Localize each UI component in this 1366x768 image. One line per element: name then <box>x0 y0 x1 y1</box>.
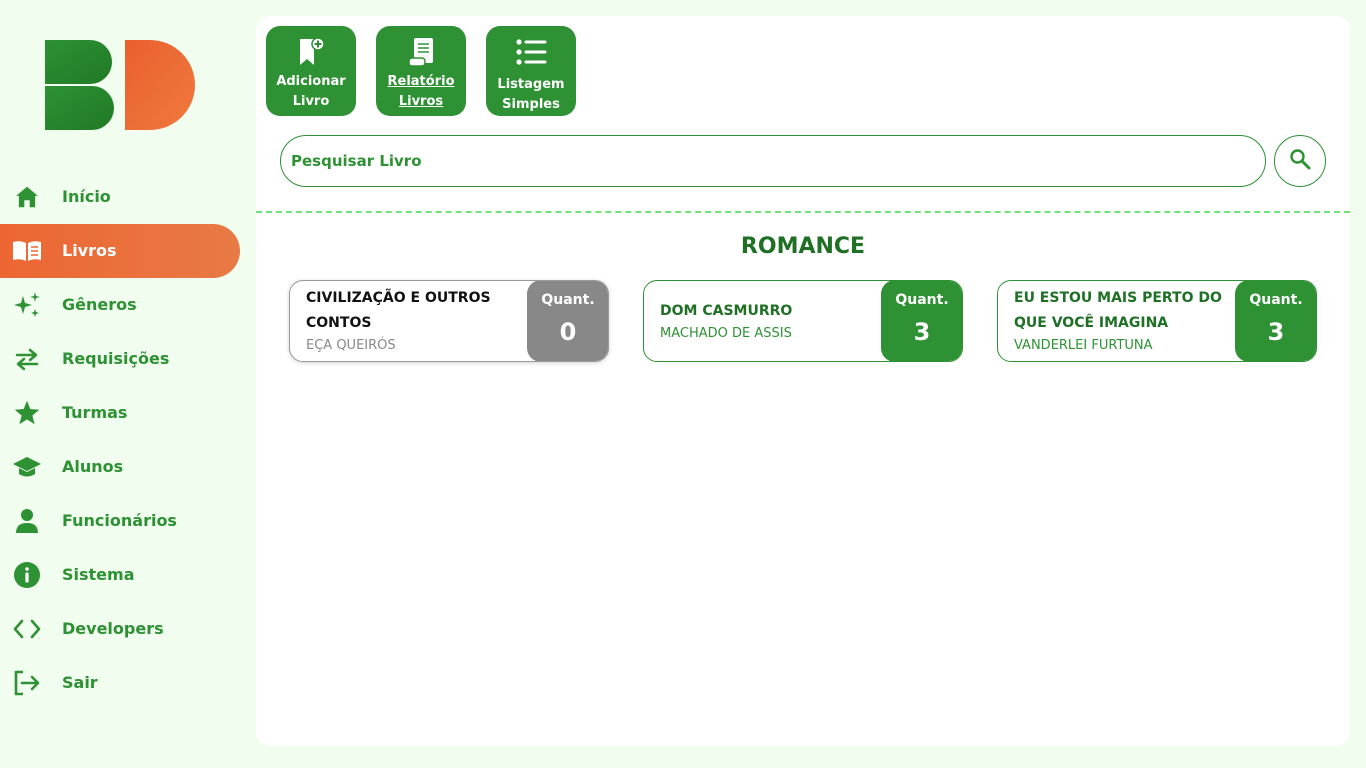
sidebar-item-label: Início <box>62 187 111 206</box>
book-card[interactable]: DOM CASMURRO MACHADO DE ASSIS Quant. 3 <box>643 280 963 362</box>
book-info: CIVILIZAÇÃO E OUTROS CONTOS EÇA QUEIRÓS <box>306 281 524 361</box>
simple-list-button[interactable]: Listagem Simples <box>486 26 576 116</box>
book-author: VANDERLEI FURTUNA <box>1014 338 1153 353</box>
genre-title: ROMANCE <box>740 234 866 259</box>
quantity-label: Quant. <box>541 292 595 308</box>
sidebar-item-label: Funcionários <box>62 511 177 530</box>
sidebar-item-label: Requisições <box>62 349 170 368</box>
sidebar-item-funcionarios[interactable]: Funcionários <box>0 494 240 548</box>
sidebar-item-inicio[interactable]: Início <box>0 170 240 224</box>
add-book-button[interactable]: Adicionar Livro <box>266 26 356 116</box>
search-button[interactable] <box>1274 135 1326 187</box>
main-panel: Adicionar Livro Relatório Livros Listage… <box>256 16 1350 746</box>
quantity-badge: Quant. 3 <box>881 281 962 361</box>
book-info: EU ESTOU MAIS PERTO DO QUE VOCÊ IMAGINA … <box>1014 281 1232 361</box>
sidebar-item-developers[interactable]: Developers <box>0 602 240 656</box>
quantity-value: 3 <box>1267 318 1285 346</box>
report-label: Relatório Livros <box>387 74 455 109</box>
book-icon <box>12 238 42 264</box>
sidebar-item-alunos[interactable]: Alunos <box>0 440 240 494</box>
search-icon <box>1289 148 1311 174</box>
quantity-label: Quant. <box>895 292 949 308</box>
logout-icon <box>12 670 42 696</box>
sidebar: Início Livros Gêneros Requisições Turmas <box>0 0 250 768</box>
sidebar-item-label: Turmas <box>62 403 128 422</box>
swap-arrows-icon <box>12 346 42 372</box>
home-icon <box>12 184 42 210</box>
app-logo[interactable] <box>45 40 195 130</box>
book-card[interactable]: EU ESTOU MAIS PERTO DO QUE VOCÊ IMAGINA … <box>997 280 1317 362</box>
simple-list-label: Listagem Simples <box>497 77 565 112</box>
quantity-value: 0 <box>559 318 577 346</box>
quantity-value: 3 <box>913 318 931 346</box>
quantity-label: Quant. <box>1249 292 1303 308</box>
search-input[interactable] <box>291 146 1251 176</box>
sidebar-item-label: Developers <box>62 619 164 638</box>
sidebar-item-label: Sair <box>62 673 98 692</box>
book-title: DOM CASMURRO <box>660 302 793 319</box>
book-author: MACHADO DE ASSIS <box>660 325 792 341</box>
sidebar-item-label: Sistema <box>62 565 135 584</box>
sidebar-item-livros[interactable]: Livros <box>0 224 240 278</box>
book-info: DOM CASMURRO MACHADO DE ASSIS <box>660 281 878 361</box>
info-icon <box>12 562 42 588</box>
sidebar-item-label: Livros <box>62 241 117 260</box>
bookmark-plus-icon <box>266 36 356 68</box>
add-book-label: Adicionar Livro <box>276 74 346 109</box>
section-divider <box>256 211 1350 213</box>
sidebar-item-generos[interactable]: Gêneros <box>0 278 240 332</box>
book-title: EU ESTOU MAIS PERTO DO QUE VOCÊ IMAGINA <box>1014 290 1222 331</box>
star-icon <box>12 400 42 426</box>
sidebar-nav: Início Livros Gêneros Requisições Turmas <box>0 170 250 710</box>
search-field <box>280 135 1266 187</box>
sidebar-item-sistema[interactable]: Sistema <box>0 548 240 602</box>
graduation-cap-icon <box>12 454 42 480</box>
report-button[interactable]: Relatório Livros <box>376 26 466 116</box>
sparkles-icon <box>12 292 42 318</box>
code-icon <box>12 616 42 642</box>
book-card[interactable]: CIVILIZAÇÃO E OUTROS CONTOS EÇA QUEIRÓS … <box>289 280 609 362</box>
quantity-badge: Quant. 0 <box>527 281 608 361</box>
sidebar-item-sair[interactable]: Sair <box>0 656 240 710</box>
book-author: EÇA QUEIRÓS <box>306 338 396 353</box>
sidebar-item-label: Alunos <box>62 457 124 476</box>
report-icon <box>376 36 466 68</box>
book-title: CIVILIZAÇÃO E OUTROS CONTOS <box>306 290 491 331</box>
list-icon <box>486 38 576 70</box>
sidebar-item-requisicoes[interactable]: Requisições <box>0 332 240 386</box>
quantity-badge: Quant. 3 <box>1235 281 1316 361</box>
sidebar-item-label: Gêneros <box>62 295 137 314</box>
sidebar-item-turmas[interactable]: Turmas <box>0 386 240 440</box>
person-icon <box>12 508 42 534</box>
